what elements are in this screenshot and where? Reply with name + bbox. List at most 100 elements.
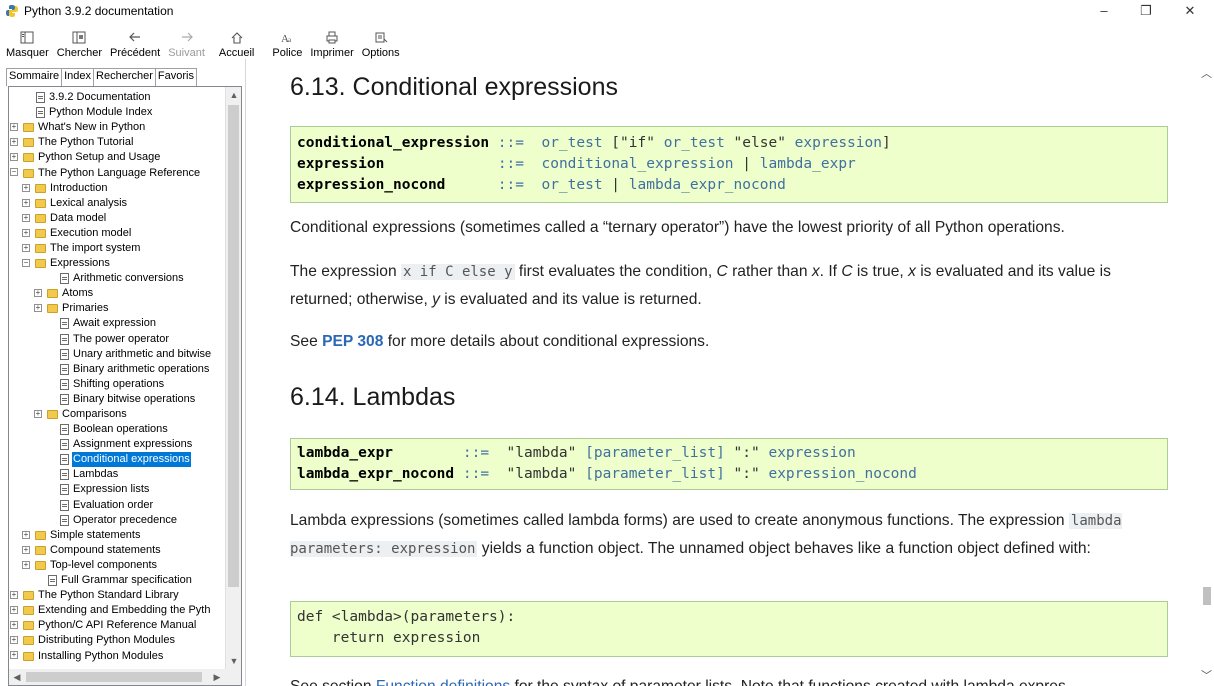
expand-icon[interactable]: + (10, 591, 18, 600)
expand-icon[interactable]: + (22, 545, 30, 554)
tree-item[interactable]: + Top-level components (9, 558, 227, 573)
inline-code: x if C else y (400, 264, 515, 280)
tree-item[interactable]: + The Python Standard Library (9, 588, 227, 603)
restore-button[interactable]: ❐ (1126, 0, 1166, 21)
tree-item-label: Assignment expressions (73, 438, 193, 451)
tab-favorites[interactable]: Favoris (154, 68, 197, 86)
code-block-def: def <lambda>(parameters): return express… (290, 601, 1168, 657)
tree-item[interactable]: + Simple statements (9, 528, 227, 543)
tree-item[interactable]: + Execution model (9, 226, 227, 241)
expand-icon[interactable]: + (22, 530, 30, 539)
forward-button[interactable]: Suivant (164, 23, 209, 59)
tree-item[interactable]: + Lexical analysis (9, 196, 227, 211)
collapse-icon[interactable]: − (22, 259, 30, 268)
expand-icon[interactable]: + (22, 560, 30, 569)
options-button[interactable]: Options (358, 23, 404, 59)
tree-item[interactable]: + Atoms (9, 286, 227, 301)
tree-item[interactable]: Unary arithmetic and bitwise (9, 347, 227, 362)
home-button[interactable]: Accueil (215, 23, 258, 59)
tree-item[interactable]: + The Python Tutorial (9, 135, 227, 150)
tree-item[interactable]: The power operator (9, 332, 227, 347)
tree-item[interactable]: Await expression (9, 316, 227, 331)
tree-item[interactable]: Arithmetic conversions (9, 271, 227, 286)
contents-tree[interactable]: 3.9.2 Documentation Python Module Index + W… (8, 86, 242, 686)
content-scroll-up-icon[interactable]: ︿ (1199, 65, 1214, 80)
tree-item[interactable]: Python Module Index (9, 105, 227, 120)
tab-index[interactable]: Index (61, 68, 95, 86)
tree-item[interactable]: Assignment expressions (9, 437, 227, 452)
print-button[interactable]: Imprimer (306, 23, 357, 59)
tree-item[interactable]: Expression lists (9, 482, 227, 497)
page-icon (60, 424, 69, 436)
collapse-icon[interactable]: − (10, 168, 18, 177)
tree-item[interactable]: Evaluation order (9, 498, 227, 513)
hide-button[interactable]: Masquer (2, 23, 53, 59)
pep-308-link[interactable]: PEP 308 (322, 333, 383, 350)
tree-item[interactable]: − Expressions (9, 256, 227, 271)
expand-icon[interactable]: + (22, 198, 30, 207)
close-button[interactable]: ✕ (1170, 0, 1210, 21)
tab-search[interactable]: Rechercher (93, 68, 156, 86)
scroll-right-arrow-icon[interactable]: ▶ (209, 669, 225, 685)
scroll-left-arrow-icon[interactable]: ◀ (9, 669, 25, 685)
tab-contents[interactable]: Sommaire (6, 68, 63, 86)
tree-scroll-thumb[interactable] (228, 105, 239, 587)
tree-item[interactable]: + Primaries (9, 301, 227, 316)
scroll-up-arrow-icon[interactable]: ▲ (226, 87, 241, 103)
tree-item[interactable]: Operator precedence (9, 513, 227, 528)
tree-item[interactable]: + Compound statements (9, 543, 227, 558)
expand-icon[interactable]: + (10, 651, 18, 660)
folder-icon (35, 213, 46, 223)
page-icon (60, 273, 69, 285)
tree-item-label: Shifting operations (73, 377, 165, 390)
tree-hscroll-thumb[interactable] (26, 672, 202, 682)
expand-icon[interactable]: + (34, 289, 42, 298)
tree-item[interactable]: + Installing Python Modules (9, 648, 227, 663)
minimize-button[interactable]: – (1084, 0, 1124, 21)
expand-icon[interactable]: + (10, 138, 18, 147)
tree-item[interactable]: Full Grammar specification (9, 573, 227, 588)
tree-vertical-scrollbar[interactable]: ▲ ▼ (225, 87, 241, 685)
tree-item[interactable]: Shifting operations (9, 377, 227, 392)
expand-icon[interactable]: + (34, 409, 42, 418)
tree-item[interactable]: Binary arithmetic operations (9, 362, 227, 377)
tree-item[interactable]: 3.9.2 Documentation (9, 90, 227, 105)
function-definitions-link[interactable]: Function definitions (376, 678, 510, 686)
content-scrollbar[interactable]: ︿ ﹀ (1199, 59, 1214, 686)
tree-item-label: What's New in Python (38, 121, 146, 134)
expand-icon[interactable]: + (10, 606, 18, 615)
tree-item[interactable]: Binary bitwise operations (9, 392, 227, 407)
content-scroll-down-icon[interactable]: ﹀ (1199, 667, 1214, 682)
expand-icon[interactable]: + (34, 304, 42, 313)
expand-icon[interactable]: + (22, 228, 30, 237)
tree-item[interactable]: + Extending and Embedding the Pyth (9, 603, 227, 618)
expand-icon[interactable]: + (22, 183, 30, 192)
tree-item[interactable]: Conditional expressions (9, 452, 227, 468)
tree-item[interactable]: + Introduction (9, 181, 227, 196)
back-button[interactable]: Précédent (106, 23, 164, 59)
tree-item[interactable]: Lambdas (9, 467, 227, 482)
expand-icon[interactable]: + (10, 636, 18, 645)
expand-icon[interactable]: + (10, 621, 18, 630)
scroll-down-arrow-icon[interactable]: ▼ (226, 653, 241, 669)
expand-icon[interactable]: + (22, 213, 30, 222)
tree-item[interactable]: + Data model (9, 211, 227, 226)
expand-icon[interactable]: + (10, 123, 18, 132)
font-button[interactable]: Aa Police (268, 23, 306, 60)
tree-item[interactable]: + Python/C API Reference Manual (9, 618, 227, 633)
locate-button[interactable]: Chercher (53, 23, 106, 59)
tree-item[interactable]: + Distributing Python Modules (9, 633, 227, 648)
folder-icon (35, 530, 46, 540)
tree-item[interactable]: + Python Setup and Usage (9, 150, 227, 165)
tree-item-label: Binary bitwise operations (73, 392, 196, 405)
expand-icon[interactable]: + (10, 153, 18, 162)
expand-icon[interactable]: + (22, 243, 30, 252)
tree-item[interactable]: − The Python Language Reference (9, 165, 227, 180)
tree-item[interactable]: + The import system (9, 241, 227, 256)
content-scroll-thumb[interactable] (1203, 587, 1211, 605)
tree-horizontal-scrollbar[interactable]: ◀ ▶ (9, 669, 227, 685)
tree-item[interactable]: + What's New in Python (9, 120, 227, 135)
tree-item-label: 3.9.2 Documentation (49, 91, 151, 104)
tree-item[interactable]: + Comparisons (9, 407, 227, 422)
tree-item[interactable]: Boolean operations (9, 422, 227, 437)
